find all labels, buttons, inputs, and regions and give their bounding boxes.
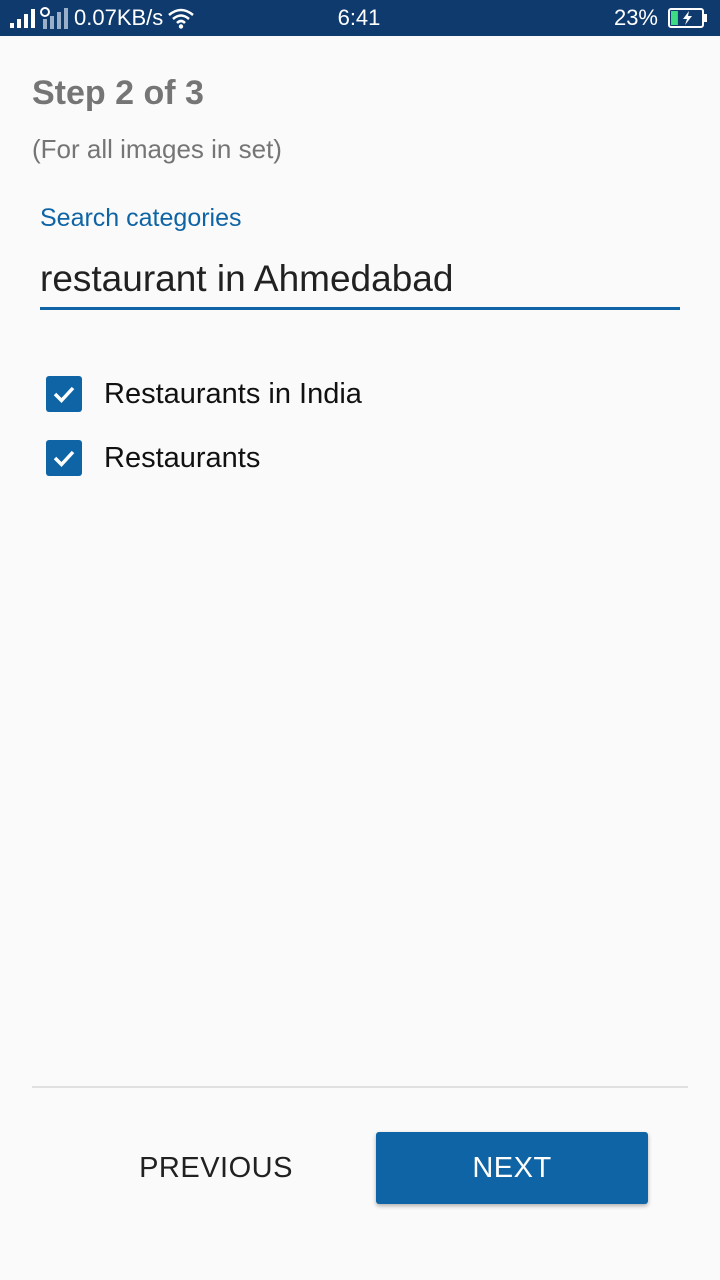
- battery-charging-icon: [668, 8, 708, 28]
- category-item[interactable]: Restaurants in India: [46, 376, 362, 412]
- status-right: 23%: [614, 4, 708, 32]
- search-label: Search categories: [40, 204, 242, 232]
- category-label: Restaurants: [104, 441, 261, 474]
- step-title: Step 2 of 3: [32, 74, 204, 112]
- category-label: Restaurants in India: [104, 377, 362, 410]
- next-button[interactable]: NEXT: [376, 1132, 648, 1204]
- checkmark-icon: [53, 386, 75, 404]
- category-item[interactable]: Restaurants: [46, 440, 260, 476]
- battery-percent: 23%: [613, 5, 658, 30]
- search-input[interactable]: [40, 250, 680, 310]
- checkbox[interactable]: [46, 440, 82, 476]
- checkmark-icon: [53, 450, 75, 468]
- status-bar: 0.07KB/s 6:41 23%: [0, 0, 720, 36]
- step-subtitle: (For all images in set): [32, 134, 282, 164]
- previous-button[interactable]: PREVIOUS: [96, 1132, 336, 1204]
- checkbox[interactable]: [46, 376, 82, 412]
- divider: [32, 1086, 688, 1088]
- clock: 6:41: [337, 5, 381, 30]
